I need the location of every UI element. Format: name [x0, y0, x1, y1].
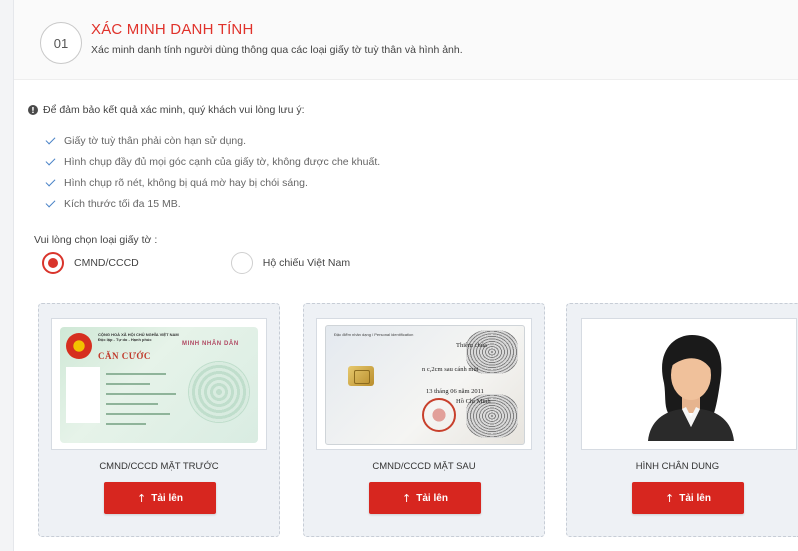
upload-card-portrait: HÌNH CHÂN DUNG ↑ Tải lên [566, 303, 798, 537]
national-emblem-icon [66, 333, 92, 359]
radio-label-cmnd: CMND/CCCD [74, 257, 139, 269]
id-back-line3: 13 tháng 06 năm 2011 [426, 388, 484, 395]
card-label-id-back: CMND/CCCD MẶT SAU [372, 461, 476, 472]
check-icon [45, 176, 56, 186]
check-icon [45, 134, 56, 144]
step-header: 01 XÁC MINH DANH TÍNH Xác minh danh tính… [14, 0, 798, 80]
list-item: Hình chụp đầy đủ mọi góc cạnh của giấy t… [45, 151, 381, 172]
notice: ! Để đảm bảo kết quả xác minh, quý khách… [28, 104, 305, 116]
radio-passport[interactable] [230, 252, 253, 274]
upload-arrow-icon: ↑ [665, 491, 675, 505]
id-back-line1: Thiêm chúa [456, 342, 487, 349]
id-front-watermark [188, 361, 250, 423]
radio-option-cmnd[interactable]: CMND/CCCD [42, 252, 139, 274]
card-label-id-front: CMND/CCCD MẶT TRƯỚC [99, 461, 219, 472]
notice-text: Để đảm bảo kết quả xác minh, quý khách v… [43, 104, 305, 116]
id-back-line2: n c,2cm sau cánh mũi [422, 366, 479, 373]
check-icon [45, 197, 56, 207]
id-back-header: Đặc điểm nhân dạng / Personal identifica… [334, 332, 414, 337]
info-icon: ! [28, 105, 38, 115]
upload-arrow-icon: ↑ [402, 491, 412, 505]
radio-label-passport: Hộ chiếu Việt Nam [262, 257, 351, 269]
upload-button-label: Tải lên [151, 492, 183, 504]
upload-card-id-back: Đặc điểm nhân dạng / Personal identifica… [303, 303, 545, 537]
id-back-illustration: Đặc điểm nhân dạng / Personal identifica… [325, 325, 525, 445]
document-type-label: Vui lòng chọn loại giấy tờ : [34, 234, 158, 246]
requirements-list: Giấy tờ tuỳ thân phải còn hạn sử dụng. H… [45, 130, 381, 214]
id-back-preview: Đặc điểm nhân dạng / Personal identifica… [316, 318, 532, 450]
radio-option-passport[interactable]: Hộ chiếu Việt Nam [230, 252, 351, 274]
requirement-text: Hình chụp đầy đủ mọi góc cạnh của giấy t… [64, 155, 381, 168]
radio-cmnd[interactable] [42, 252, 64, 274]
document-type-radio-group: CMND/CCCD Hộ chiếu Việt Nam [42, 252, 350, 274]
list-item: Giấy tờ tuỳ thân phải còn hạn sử dụng. [45, 130, 380, 151]
portrait-preview [581, 318, 797, 450]
upload-arrow-icon: ↑ [137, 491, 147, 505]
upload-card-id-front: CỘNG HOÀ XÃ HỘI CHỦ NGHĨA VIỆT NAM Độc l… [38, 303, 280, 537]
id-front-illustration: CỘNG HOÀ XÃ HỘI CHỦ NGHĨA VIỆT NAM Độc l… [60, 327, 258, 443]
id-back-line4: Hồ Chí Minh [456, 398, 491, 405]
upload-button-label: Tải lên [416, 492, 448, 504]
upload-button-id-front[interactable]: ↑ Tải lên [104, 482, 216, 514]
official-seal-icon [422, 398, 456, 432]
portrait-avatar-icon [648, 335, 734, 441]
id-front-title: CĂN CƯỚC [98, 351, 151, 361]
step-description: Xác minh danh tính người dùng thông qua … [91, 44, 463, 56]
step-title: XÁC MINH DANH TÍNH [91, 21, 254, 38]
check-icon [45, 155, 56, 165]
id-front-photo-placeholder [66, 367, 100, 423]
chip-icon [348, 366, 374, 386]
list-item: Kích thước tối đa 15 MB. [45, 193, 380, 214]
id-front-header-line2: Độc lập - Tự do - Hạnh phúc [98, 337, 152, 342]
requirement-text: Kích thước tối đa 15 MB. [64, 197, 181, 210]
left-rail [0, 0, 14, 551]
id-front-preview: CỘNG HOÀ XÃ HỘI CHỦ NGHĨA VIỆT NAM Độc l… [51, 318, 267, 450]
requirement-text: Giấy tờ tuỳ thân phải còn hạn sử dụng. [64, 134, 247, 147]
step-number: 01 [40, 22, 82, 64]
id-front-title-right: MINH NHÂN DÂN [182, 341, 239, 347]
upload-button-id-back[interactable]: ↑ Tải lên [369, 482, 481, 514]
upload-button-label: Tải lên [679, 492, 711, 504]
requirement-text: Hình chụp rõ nét, không bị quá mờ hay bị… [64, 176, 308, 189]
list-item: Hình chụp rõ nét, không bị quá mờ hay bị… [45, 172, 380, 193]
card-label-portrait: HÌNH CHÂN DUNG [635, 461, 720, 472]
upload-button-portrait[interactable]: ↑ Tải lên [632, 482, 744, 514]
